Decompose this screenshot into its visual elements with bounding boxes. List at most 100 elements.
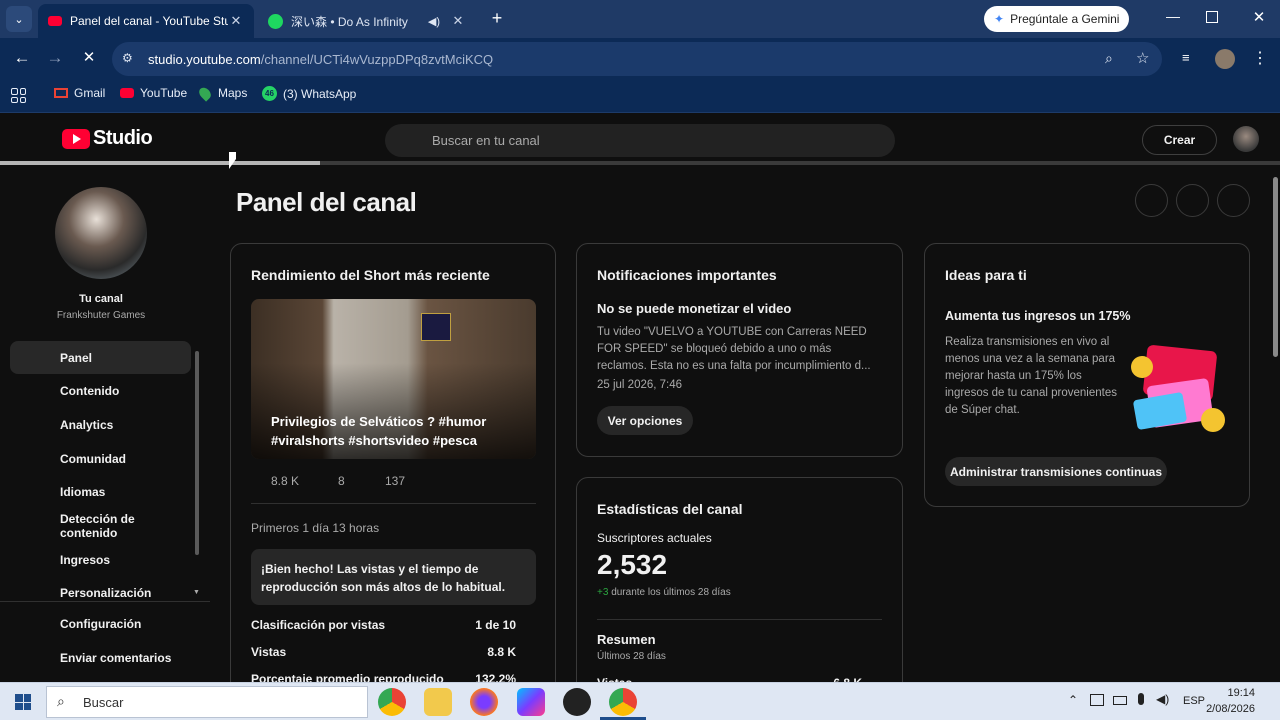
gemini-button[interactable]: ✦ Pregúntale a Gemini [984,6,1130,32]
view-options-button[interactable]: Ver opciones [597,406,693,435]
period-label: Primeros 1 día 13 horas [251,521,380,535]
sidebar-item-idiomas[interactable]: Idiomas [10,475,191,508]
sidebar-item-panel[interactable]: Panel [10,341,191,374]
main-scrollbar[interactable] [1273,177,1278,357]
channel-avatar[interactable] [55,187,147,279]
sidebar-item-label: Comunidad [60,451,126,466]
app-icon[interactable] [517,688,545,716]
bookmark-maps[interactable]: Maps [196,84,248,102]
clock-date[interactable]: 2/08/2026 [1205,703,1255,715]
forward-icon[interactable]: → [45,48,65,68]
bookmark-youtube[interactable]: YouTube [120,86,187,100]
short-performance-card: Rendimiento del Short más reciente Privi… [230,243,556,703]
profile-avatar[interactable] [1215,49,1235,69]
sidebar-item-feedback[interactable]: Enviar comentarios [10,641,191,674]
zoom-icon[interactable]: ⌕ [1105,50,1113,67]
post-icon[interactable] [1217,184,1250,217]
back-icon[interactable]: ← [12,48,32,68]
sidebar-item-label: Idiomas [60,484,106,499]
subscribers-value: 2,532 [597,549,668,580]
chevron-down-icon[interactable]: ▼ [193,589,200,596]
apps-grid-icon[interactable] [11,88,26,103]
account-avatar[interactable] [1233,126,1259,152]
new-tab-button[interactable]: + [486,8,508,30]
search-placeholder: Buscar en tu canal [432,133,540,148]
volume-icon[interactable]: ◀) [1156,692,1169,706]
sidebar-item-comunidad[interactable]: Comunidad [10,442,191,475]
studio-logo[interactable]: Studio [62,127,153,150]
button-label: Administrar transmisiones continuas [949,464,1163,479]
sidebar-item-personalizacion[interactable]: Personalización [10,576,191,609]
notification-date: 25 jul 2026, 7:46 [597,379,683,391]
manage-live-button[interactable]: Administrar transmisiones continuas [945,457,1167,486]
upload-icon[interactable] [1135,184,1168,217]
tab-search-button[interactable]: ⌄ [6,6,32,32]
microphone-icon[interactable] [1138,693,1144,705]
search-placeholder: Buscar [83,695,124,710]
windows-start-icon[interactable] [15,694,31,710]
browser-menu-icon[interactable]: ⋮ [1252,48,1268,68]
live-icon[interactable] [1176,184,1209,217]
sidebar-item-label: Ingresos [60,552,111,567]
stop-loading-icon[interactable]: ✕ [79,48,99,68]
performance-callout: ¡Bien hecho! Las vistas y el tiempo de r… [251,549,536,605]
create-button[interactable]: Crear [1142,125,1217,155]
row-value: 8.8 K [487,645,516,659]
stats-row: Vistas 8.8 K [251,645,516,659]
restore-button[interactable] [1206,11,1218,23]
media-control-icon[interactable]: ≡ [1182,50,1200,66]
superchat-illustration [1131,342,1227,436]
network-icon[interactable] [1090,694,1104,706]
sidebar-item-deteccion[interactable]: Detección de contenido [10,509,191,542]
bookmark-star-icon[interactable]: ☆ [1136,49,1149,67]
short-thumbnail[interactable]: Privilegios de Selváticos ? #humor #vira… [251,299,536,459]
file-explorer-icon[interactable] [424,688,452,716]
page-title: Panel del canal [236,187,417,217]
bookmark-whatsapp[interactable]: 46 (3) WhatsApp [262,86,356,101]
close-window-button[interactable]: ✕ [1249,8,1269,28]
sidebar-item-configuracion[interactable]: Configuración [10,607,191,640]
url-host: studio.youtube.com [148,52,261,67]
url-text: studio.youtube.com/channel/UCTi4wVuzppDP… [148,52,493,67]
taskbar-search-input[interactable]: ⌕ Buscar [46,686,368,718]
sidebar-item-analytics[interactable]: Analytics [10,408,191,441]
tab-youtube-studio[interactable]: Panel del canal - YouTube Studio ✕ [38,4,254,38]
notification-body: Tu video "VUELVO a YOUTUBE con Carreras … [597,326,871,372]
chrome-icon[interactable] [378,688,406,716]
bookmark-label: Maps [218,86,248,100]
tab-spotify[interactable]: 深い森 • Do As Infinity ◀) ✕ [258,4,476,38]
channel-search-input[interactable]: Buscar en tu canal [385,124,895,157]
sidebar-item-label: Contenido [60,383,120,398]
sidebar-item-ingresos[interactable]: Ingresos [10,543,191,576]
close-icon[interactable]: ✕ [450,13,466,29]
firefox-icon[interactable] [470,688,498,716]
battery-icon[interactable] [1113,696,1127,705]
stat-views: 8.8 K [271,474,300,488]
notification-heading: No se puede monetizar el video [597,301,792,316]
bookmark-gmail[interactable]: Gmail [54,86,105,100]
chrome-active-icon[interactable] [609,688,637,716]
stat-comments: 137 [385,474,406,488]
minimize-button[interactable]: — [1162,8,1184,30]
tab-title: Panel del canal - YouTube Studio [70,14,228,28]
clock-time[interactable]: 19:14 [1205,687,1255,699]
site-info-icon[interactable]: ⚙ [122,51,133,65]
maps-pin-icon [196,84,214,102]
speaker-icon[interactable]: ◀) [428,15,440,28]
windows-taskbar: ⌕ Buscar ⌃ ◀) ESP 19:14 2/08/2026 [0,682,1280,720]
gemini-sparkle-icon: ✦ [994,12,1005,26]
close-icon[interactable]: ✕ [228,13,244,29]
sidebar-scrollbar[interactable] [195,351,199,555]
channel-name: Frankshuter Games [56,310,146,321]
language-indicator[interactable]: ESP [1183,695,1205,707]
sidebar-item-contenido[interactable]: Contenido [10,374,191,407]
sidebar-item-label: Panel [60,350,93,365]
tray-chevron-icon[interactable]: ⌃ [1068,693,1078,707]
dashboard-main: Panel del canal Rendimiento del Short má… [210,165,1280,703]
ideas-card: Ideas para ti Aumenta tus ingresos un 17… [924,243,1250,507]
short-video-title: Privilegios de Selváticos ? #humor #vira… [271,414,487,448]
sidebar-item-label: Personalización [60,585,152,600]
idea-heading: Aumenta tus ingresos un 175% [945,309,1131,323]
address-bar[interactable]: ⚙ studio.youtube.com/channel/UCTi4wVuzpp… [112,42,1162,76]
obs-icon[interactable] [563,688,591,716]
